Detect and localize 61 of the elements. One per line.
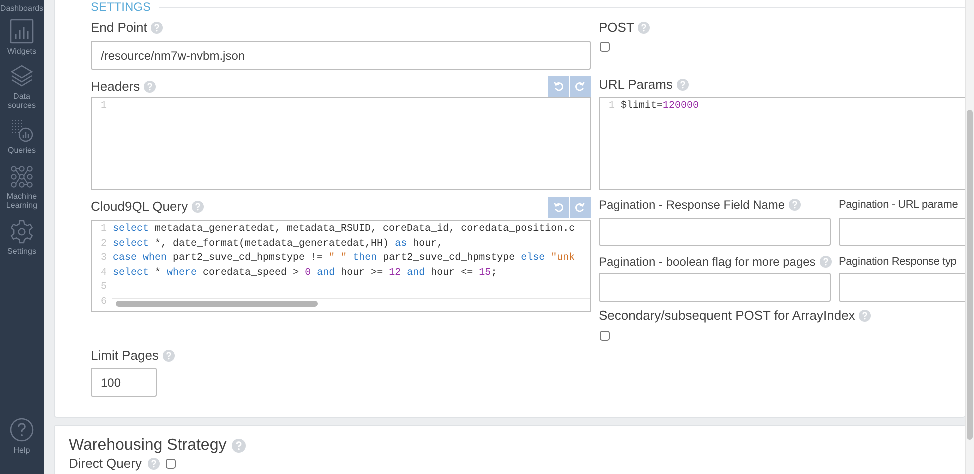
input-field[interactable] (599, 218, 831, 246)
sidebar-item[interactable]: Settings (0, 247, 44, 256)
field-label: URL Params (599, 77, 673, 93)
field-label: Headers (91, 78, 140, 94)
checkbox[interactable] (600, 42, 610, 52)
input-field[interactable] (599, 273, 831, 302)
sidebar-item[interactable]: Widgets (0, 47, 44, 56)
sidebar-item[interactable]: Help (14, 446, 30, 455)
grid-chart-icon (10, 119, 34, 143)
field-label: Pagination - Response Field Name (599, 197, 786, 213)
help-icon[interactable] (148, 458, 160, 470)
field-label: Limit Pages (91, 348, 159, 364)
scrollbar[interactable] (116, 301, 318, 307)
checkbox[interactable] (600, 331, 610, 341)
field-label: POST (599, 20, 634, 36)
checkbox[interactable] (166, 459, 176, 469)
field-label: Direct Query (69, 456, 142, 472)
help-icon[interactable] (232, 439, 246, 453)
layers-icon (11, 65, 33, 89)
help-icon[interactable] (820, 256, 832, 268)
field-label: Pagination - URL parame (839, 198, 958, 213)
help-icon[interactable] (151, 22, 164, 34)
undo-button[interactable] (548, 196, 569, 218)
input-field[interactable]: /resource/nm7w-nvbm.json (91, 41, 591, 70)
input-field[interactable]: 100 (91, 368, 157, 397)
redo-icon (575, 81, 586, 92)
code-line: select *, date_format(metadata_generatedat,HH) as hour, (112, 238, 444, 252)
redo-button[interactable] (570, 76, 591, 97)
field-label: Cloud9QL Query (91, 199, 188, 215)
section-heading: SETTINGS (91, 0, 152, 14)
field-label: Pagination - boolean flag for more pages (599, 254, 816, 270)
sidebar-item[interactable]: Dashboards (0, 4, 44, 13)
sidebar-item[interactable]: Queries (0, 146, 44, 155)
sidebar-item[interactable]: Data sources (0, 92, 44, 110)
help-icon (10, 418, 34, 442)
redo-icon (575, 202, 586, 212)
code-editor[interactable] (91, 220, 591, 312)
sidebar-item[interactable]: Machine Learning (0, 192, 44, 210)
redo-button[interactable] (570, 196, 591, 218)
section-heading: Warehousing Strategy (69, 436, 227, 456)
undo-icon (553, 81, 564, 92)
help-icon[interactable] (676, 79, 689, 91)
scrollbar[interactable] (967, 110, 973, 440)
code-line: case when part2_suve_cd_hpmstype != " " then part2_suve_cd_hpmstype else "unk (112, 252, 576, 266)
field-label: End Point (91, 20, 148, 36)
help-icon[interactable] (638, 22, 650, 34)
settings-icon (10, 220, 34, 244)
undo-button[interactable] (548, 76, 569, 97)
field-label: Secondary/subsequent POST for ArrayIndex (599, 308, 856, 324)
help-icon[interactable] (162, 350, 175, 362)
code-line: select * where coredata_speed > 0 and hour >= 12 and hour <= 15; (112, 266, 498, 280)
code-line: select metadata_generatedat, metadata_RSUID, coreData_id, coredata_position.c (112, 223, 576, 237)
network-icon (10, 165, 34, 189)
help-icon[interactable] (144, 80, 156, 92)
bar-chart-icon (10, 19, 34, 44)
help-icon[interactable] (192, 201, 204, 213)
field-label: Pagination Response typ (839, 255, 957, 270)
undo-icon (553, 202, 564, 212)
help-icon[interactable] (859, 310, 872, 322)
code-line: $limit=120000 (620, 100, 700, 114)
help-icon[interactable] (789, 199, 802, 211)
